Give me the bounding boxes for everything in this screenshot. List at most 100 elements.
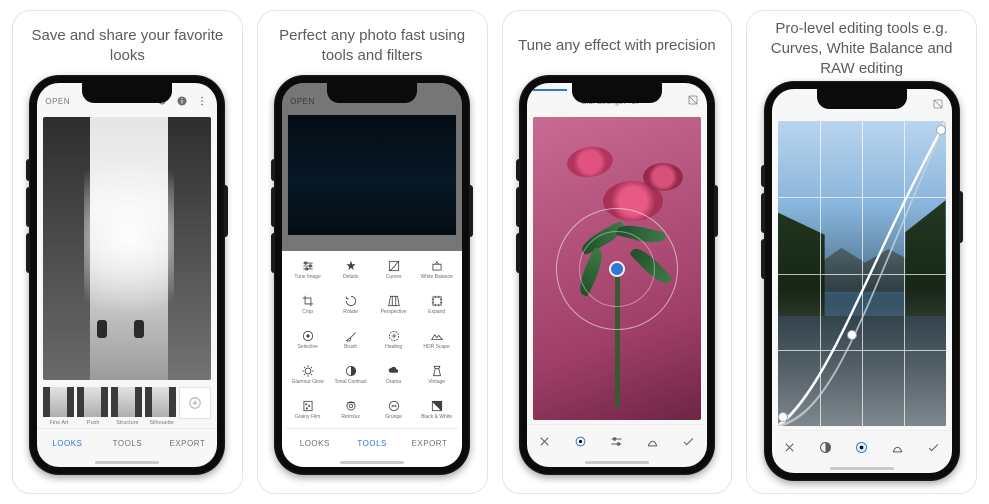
tool-label: Black & White (421, 415, 452, 425)
edit-toolbar (772, 430, 952, 463)
tool-label: White Balance (421, 275, 453, 285)
main-photo[interactable] (43, 117, 211, 380)
promo-caption: Save and share your favorite looks (21, 23, 234, 69)
tool-label: Perspective (381, 310, 407, 320)
compare-icon[interactable] (932, 97, 944, 115)
tool-label: Crop (302, 310, 313, 320)
look-thumb[interactable] (145, 387, 176, 417)
tool-healing[interactable]: Healing (372, 327, 415, 358)
tab-export[interactable]: EXPORT (157, 429, 217, 457)
tool-glamour-glow[interactable]: Glamour Glow (286, 362, 329, 393)
app-screen-tools: OPEN Tune ImageDetailsCurvesWhite Balanc… (282, 83, 462, 467)
focus-point[interactable] (611, 263, 623, 275)
tool-grainy-film[interactable]: Grainy Film (286, 397, 329, 428)
tool-grunge[interactable]: Grunge (372, 397, 415, 428)
tool-tonal-contrast[interactable]: Tonal Contrast (329, 362, 372, 393)
tools-sheet: Tune Image Details Curves White Balance Crop… (282, 251, 462, 467)
tool-label: Selective (297, 345, 317, 355)
tool-drama[interactable]: Drama (372, 362, 415, 393)
tool-rotate[interactable]: Rotate (329, 292, 372, 323)
shape-button[interactable] (569, 429, 593, 453)
promo-card-3: Tune any effect with precision Blur Stre… (502, 10, 733, 494)
compare-icon[interactable] (687, 94, 699, 108)
look-label (180, 420, 211, 426)
channel-luminance-button[interactable] (814, 435, 838, 459)
tool-tune-image[interactable]: Tune Image (286, 257, 329, 288)
tool-vintage[interactable]: Vintage (415, 362, 458, 393)
transition-button[interactable] (641, 429, 665, 453)
look-label: Fine Art (43, 420, 74, 426)
tool-crop[interactable]: Crop (286, 292, 329, 323)
home-indicator (286, 457, 458, 467)
promo-card-4: Pro-level editing tools e.g. Curves, Whi… (746, 10, 977, 494)
tab-tools[interactable]: TOOLS (97, 429, 157, 457)
look-thumb[interactable] (43, 387, 74, 417)
tab-looks[interactable]: LOOKS (286, 429, 343, 457)
tool-label: Healing (385, 345, 402, 355)
tool-label: HDR Scape (423, 345, 449, 355)
curve-handle[interactable] (937, 126, 945, 134)
tool-label: Tonal Contrast (335, 380, 367, 390)
home-indicator (37, 457, 217, 467)
edit-toolbar (527, 424, 707, 457)
tool-brush[interactable]: Brush (329, 327, 372, 358)
home-indicator (772, 463, 952, 473)
apply-button[interactable] (922, 435, 946, 459)
curve-handle[interactable] (779, 413, 787, 421)
look-thumb[interactable] (111, 387, 142, 417)
info-icon[interactable] (175, 94, 189, 108)
looks-labels: Fine Art Push Structure Silhouette (37, 419, 217, 428)
device-frame: OPEN Fine Art (29, 75, 225, 475)
curve-handle[interactable] (848, 331, 856, 339)
device-frame (764, 81, 960, 481)
tool-black-white[interactable]: Black & White (415, 397, 458, 428)
look-label: Structure (112, 420, 143, 426)
histogram-button[interactable] (886, 435, 910, 459)
more-icon[interactable] (195, 94, 209, 108)
looks-strip (37, 384, 217, 419)
tool-label: Brush (344, 345, 357, 355)
promo-caption: Tune any effect with precision (514, 23, 720, 69)
tool-label: Drama (386, 380, 401, 390)
screenshot-row: Save and share your favorite looks OPEN (0, 0, 989, 504)
cancel-button[interactable] (778, 435, 802, 459)
bottom-tabs: LOOKS TOOLS EXPORT (286, 428, 458, 457)
look-thumb[interactable] (77, 387, 108, 417)
tab-looks[interactable]: LOOKS (37, 429, 97, 457)
apply-button[interactable] (677, 429, 701, 453)
open-button[interactable]: OPEN (45, 97, 70, 106)
device-frame: Blur Strength +27 (519, 75, 715, 475)
app-screen-tune: Blur Strength +27 (527, 83, 707, 467)
tab-tools[interactable]: TOOLS (343, 429, 400, 457)
look-label: Push (78, 420, 109, 426)
tool-label: Retrolux (341, 415, 360, 425)
curve-line[interactable] (778, 121, 946, 426)
adjust-button[interactable] (605, 429, 629, 453)
tool-label: Expand (428, 310, 445, 320)
channel-all-button[interactable] (850, 435, 874, 459)
tool-expand[interactable]: Expand (415, 292, 458, 323)
home-indicator (527, 457, 707, 467)
cancel-button[interactable] (533, 429, 557, 453)
tool-label: Curves (386, 275, 402, 285)
tool-selective[interactable]: Selective (286, 327, 329, 358)
main-photo[interactable] (533, 117, 701, 420)
tool-curves[interactable]: Curves (372, 257, 415, 288)
tool-label: Rotate (343, 310, 358, 320)
tool-white-balance[interactable]: White Balance (415, 257, 458, 288)
tool-label: Grunge (385, 415, 402, 425)
bottom-tabs: LOOKS TOOLS EXPORT (37, 428, 217, 457)
app-screen-curves (772, 89, 952, 473)
promo-caption: Perfect any photo fast using tools and f… (266, 23, 479, 69)
tool-hdr-scape[interactable]: HDR Scape (415, 327, 458, 358)
tool-retrolux[interactable]: Retrolux (329, 397, 372, 428)
tool-label: Tune Image (294, 275, 321, 285)
device-frame: OPEN Tune ImageDetailsCurvesWhite Balanc… (274, 75, 470, 475)
main-photo[interactable] (778, 121, 946, 426)
tool-details[interactable]: Details (329, 257, 372, 288)
look-add[interactable] (179, 387, 212, 419)
tool-label: Grainy Film (295, 415, 321, 425)
tab-export[interactable]: EXPORT (401, 429, 458, 457)
tool-label: Vintage (428, 380, 445, 390)
tool-perspective[interactable]: Perspective (372, 292, 415, 323)
